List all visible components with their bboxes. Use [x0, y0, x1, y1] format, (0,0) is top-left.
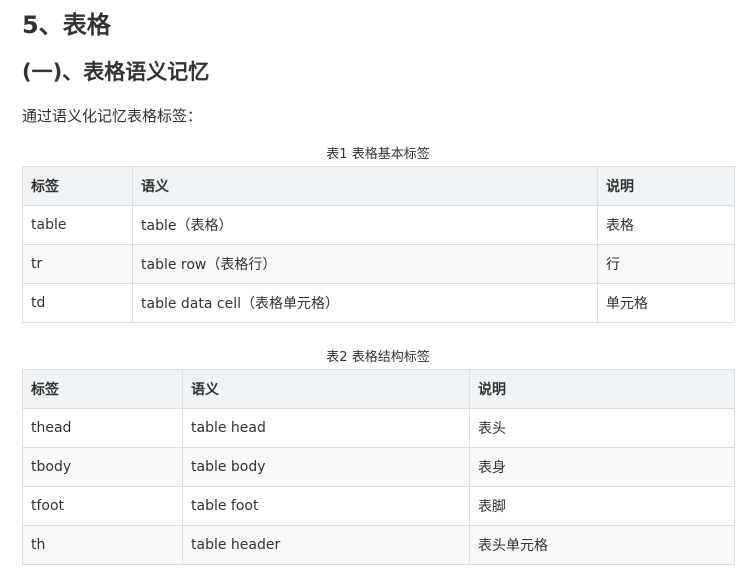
subsection-heading: (一)、表格语义记忆: [22, 60, 210, 84]
cell-semantic: table data cell（表格单元格）: [132, 283, 598, 323]
cell-description: 表头单元格: [469, 525, 735, 565]
cell-description: 表格: [597, 205, 735, 245]
table1-basic-tags: 标签 语义 说明 table table（表格） 表格 tr table row…: [22, 166, 735, 323]
cell-description: 表脚: [469, 486, 735, 526]
cell-semantic: table（表格）: [132, 205, 598, 245]
table2-structure-tags: 标签 语义 说明 thead table head 表头 tbody table…: [22, 369, 735, 565]
article-page: 5、表格 (一)、表格语义记忆 通过语义化记忆表格标签： 表1 表格基本标签 标…: [0, 0, 752, 583]
column-header-tag: 标签: [22, 369, 183, 409]
column-header-semantic: 语义: [182, 369, 470, 409]
table-row: td table data cell（表格单元格） 单元格: [22, 283, 735, 323]
column-header-description: 说明: [469, 369, 735, 409]
cell-description: 表身: [469, 447, 735, 487]
cell-tag: table: [22, 205, 133, 245]
table-row: table table（表格） 表格: [22, 205, 735, 245]
cell-semantic: table head: [182, 408, 470, 448]
cell-tag: tbody: [22, 447, 183, 487]
intro-paragraph: 通过语义化记忆表格标签：: [22, 107, 203, 125]
cell-description: 表头: [469, 408, 735, 448]
table-row: tbody table body 表身: [22, 447, 735, 487]
cell-tag: th: [22, 525, 183, 565]
cell-semantic: table foot: [182, 486, 470, 526]
cell-description: 单元格: [597, 283, 735, 323]
cell-description: 行: [597, 244, 735, 284]
table-row: th table header 表头单元格: [22, 525, 735, 565]
cell-tag: td: [22, 283, 133, 323]
cell-semantic: table body: [182, 447, 470, 487]
table-header-row: 标签 语义 说明: [22, 166, 735, 206]
table-row: tr table row（表格行） 行: [22, 244, 735, 284]
column-header-semantic: 语义: [132, 166, 598, 206]
cell-tag: thead: [22, 408, 183, 448]
cell-semantic: table row（表格行）: [132, 244, 598, 284]
column-header-description: 说明: [597, 166, 735, 206]
column-header-tag: 标签: [22, 166, 133, 206]
table-header-row: 标签 语义 说明: [22, 369, 735, 409]
table-row: tfoot table foot 表脚: [22, 486, 735, 526]
cell-semantic: table header: [182, 525, 470, 565]
cell-tag: tr: [22, 244, 133, 284]
table1-caption: 表1 表格基本标签: [326, 147, 430, 162]
table2-caption: 表2 表格结构标签: [326, 350, 430, 365]
section-heading: 5、表格: [22, 11, 111, 39]
cell-tag: tfoot: [22, 486, 183, 526]
table-row: thead table head 表头: [22, 408, 735, 448]
